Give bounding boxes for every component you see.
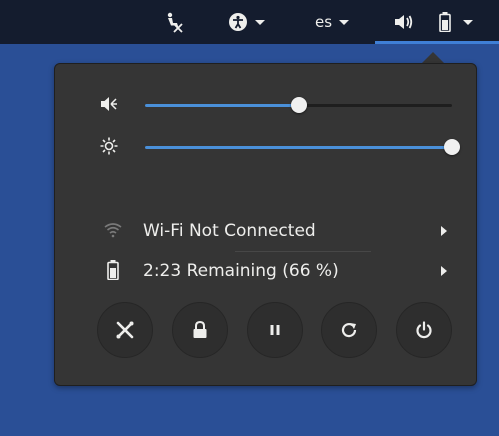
language-menu[interactable]: es	[315, 0, 350, 44]
accessibility-menu[interactable]	[228, 0, 265, 44]
suspend-button[interactable]	[247, 302, 303, 358]
power-button[interactable]	[396, 302, 452, 358]
pause-icon	[270, 325, 280, 335]
top-bar: es	[0, 0, 499, 44]
system-menu[interactable]	[439, 0, 473, 44]
lock-button[interactable]	[172, 302, 228, 358]
power-icon	[416, 321, 432, 339]
accessibility-icon	[229, 13, 247, 31]
restart-button[interactable]	[321, 302, 377, 358]
battery-label: 2:23 Remaining (66 %)	[143, 261, 339, 281]
active-indicator	[375, 41, 499, 44]
chevron-right-icon	[441, 226, 447, 236]
brightness-slider-fill	[145, 146, 452, 149]
volume-icon[interactable]	[394, 0, 414, 44]
battery-icon	[439, 12, 451, 32]
separator	[235, 251, 371, 252]
chevron-down-icon	[339, 19, 350, 25]
speaker-icon	[99, 94, 119, 114]
accessibility-figure-icon[interactable]	[162, 0, 184, 44]
chevron-down-icon	[255, 19, 265, 25]
chevron-right-icon	[441, 266, 447, 276]
lock-icon	[193, 321, 207, 338]
battery-icon	[103, 260, 123, 280]
brightness-icon	[99, 136, 119, 156]
chevron-down-icon	[463, 19, 473, 25]
settings-icon	[116, 321, 134, 339]
wifi-label: Wi-Fi Not Connected	[143, 221, 316, 241]
brightness-slider-handle[interactable]	[444, 139, 460, 155]
volume-slider-handle[interactable]	[291, 97, 307, 113]
language-label: es	[315, 13, 333, 31]
settings-button[interactable]	[97, 302, 153, 358]
wifi-icon	[103, 220, 123, 240]
volume-slider-fill	[145, 104, 299, 107]
refresh-icon	[341, 322, 357, 338]
